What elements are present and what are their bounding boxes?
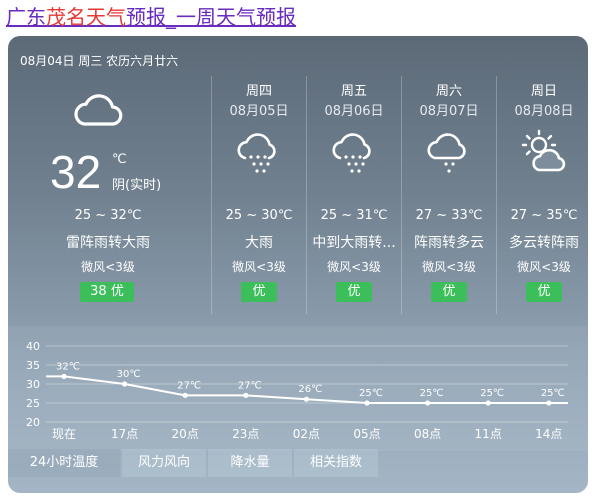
forecast-range: 27 ~ 35℃ — [510, 208, 578, 223]
chart-x-tick-label: 17点 — [111, 427, 138, 441]
realtime-label: 阴(实时) — [112, 178, 162, 193]
page-title[interactable]: 广东茂名天气预报_一周天气预报 — [6, 4, 296, 30]
chart-point — [182, 392, 188, 398]
forecast-desc: 大雨 — [245, 235, 273, 251]
chart-point — [425, 400, 431, 406]
tab-related-index[interactable]: 相关指数 — [294, 449, 378, 477]
forecast-date: 08月05日 — [229, 104, 289, 119]
forecast-weekday: 周四 — [245, 84, 272, 99]
chart-data-label: 25℃ — [480, 388, 504, 399]
forecast-date: 08月07日 — [419, 104, 479, 119]
chart-y-tick-label: 35 — [26, 359, 40, 372]
title-prefix[interactable]: 广东 — [6, 5, 46, 29]
chart-x-tick-label: 20点 — [172, 427, 199, 441]
chart-x-tick-label: 02点 — [293, 427, 320, 441]
chart-point — [546, 400, 552, 406]
rain-icon — [237, 133, 276, 173]
today-desc: 雷阵雨转大雨 — [66, 235, 150, 251]
chart-point — [122, 381, 128, 387]
forecast-desc: 多云转阵雨 — [509, 235, 579, 251]
today-wind: 微风<3级 — [81, 260, 135, 274]
chart-point — [243, 392, 249, 398]
tab-wind[interactable]: 风力风向 — [122, 449, 206, 477]
forecast-desc: 阵雨转多云 — [414, 235, 484, 251]
temperature-chart: 40 35 30 25 20 32℃ 30℃ 27℃ 27℃ 26℃ 25℃ 25℃ 25℃ 25℃ 现在 1… — [8, 326, 588, 451]
chart-x-tick-label: 14点 — [535, 427, 562, 441]
forecast-day[interactable]: 周四 08月05日 25 ~ 30℃ 大雨 微风<3级 优 — [211, 76, 305, 314]
chart-point — [485, 400, 491, 406]
forecast-day[interactable]: 周日 08月08日 27 ~ 35℃ 多云转阵雨 微风<3级 优 — [496, 76, 588, 314]
chart-data-label: 26℃ — [298, 384, 322, 395]
forecast-weekday: 周六 — [435, 84, 462, 99]
forecast-wind: 微风<3级 — [517, 260, 571, 274]
chart-data-label: 30℃ — [117, 369, 141, 380]
chart-x-tick-label: 08点 — [414, 427, 441, 441]
chart-x-tick-label: 05点 — [353, 427, 380, 441]
aqi-badge[interactable]: 优 — [526, 282, 562, 302]
cloudy-icon — [74, 94, 123, 126]
tab-precipitation[interactable]: 降水量 — [208, 449, 292, 477]
chart-point — [61, 373, 67, 379]
today-range: 25 ~ 32℃ — [74, 208, 142, 223]
forecast-range: 25 ~ 31℃ — [320, 208, 388, 223]
chart-x-tick-label: 现在 — [52, 427, 76, 441]
forecast-range: 25 ~ 30℃ — [225, 208, 293, 223]
chart-y-tick-label: 40 — [26, 340, 40, 353]
aqi-badge[interactable]: 优 — [431, 282, 467, 302]
chart-tabs: 24小时温度 风力风向 降水量 相关指数 — [8, 449, 588, 477]
chart-point — [303, 396, 309, 402]
chart-point — [364, 400, 370, 406]
forecast-day[interactable]: 周六 08月07日 27 ~ 33℃ 阵雨转多云 微风<3级 优 — [401, 76, 495, 314]
tab-24h-temperature[interactable]: 24小时温度 — [8, 449, 120, 477]
chart-data-label: 27℃ — [177, 380, 201, 391]
partly-cloudy-icon — [521, 129, 566, 172]
today-date-line: 08月04日 周三 农历六月廿六 — [20, 54, 179, 68]
chart-y-tick-label: 20 — [26, 416, 40, 429]
forecast-day[interactable]: 周五 08月06日 25 ~ 31℃ 中到大雨转... 微风<3级 优 — [306, 76, 400, 314]
chart-data-label: 32℃ — [56, 361, 80, 372]
forecast-wind: 微风<3级 — [232, 260, 286, 274]
aqi-badge[interactable]: 优 — [336, 282, 372, 302]
forecast-wind: 微风<3级 — [327, 260, 381, 274]
title-city[interactable]: 茂名天气 — [46, 5, 126, 29]
title-suffix[interactable]: 预报_一周天气预报 — [126, 5, 296, 29]
forecast-wind: 微风<3级 — [422, 260, 476, 274]
chart-x-tick-label: 11点 — [475, 427, 502, 441]
current-temp: 32 — [50, 146, 102, 198]
forecast-desc: 中到大雨转... — [312, 235, 396, 251]
forecast-date: 08月06日 — [324, 104, 384, 119]
temp-unit: ℃ — [112, 152, 127, 167]
chart-data-label: 27℃ — [238, 380, 262, 391]
today-aqi-badge[interactable]: 38 优 — [80, 282, 134, 302]
forecast-range: 27 ~ 33℃ — [415, 208, 483, 223]
chart-data-label: 25℃ — [359, 388, 383, 399]
chart-y-tick-label: 30 — [26, 378, 40, 391]
temperature-chart-svg: 40 35 30 25 20 32℃ 30℃ 27℃ 27℃ 26℃ 25℃ 25℃ 25℃ 25℃ 现在 1… — [26, 340, 568, 441]
aqi-badge[interactable]: 优 — [241, 282, 277, 302]
today-panel: 32 ℃ 阴(实时) 25 ~ 32℃ 雷阵雨转大雨 微风<3级 38 优 — [8, 76, 208, 316]
forecast-date: 08月08日 — [514, 104, 574, 119]
chart-data-label: 25℃ — [541, 388, 565, 399]
chart-y-tick-label: 25 — [26, 397, 40, 410]
shower-icon — [427, 133, 466, 173]
forecast-weekday: 周日 — [530, 84, 557, 99]
weather-widget: 08月04日 周三 农历六月廿六 32 ℃ 阴(实时) 25 ~ 32℃ 雷阵雨… — [8, 36, 588, 493]
chart-x-tick-label: 23点 — [232, 427, 259, 441]
chart-data-label: 25℃ — [420, 388, 444, 399]
forecast-weekday: 周五 — [340, 84, 367, 99]
rain-icon — [332, 133, 371, 173]
